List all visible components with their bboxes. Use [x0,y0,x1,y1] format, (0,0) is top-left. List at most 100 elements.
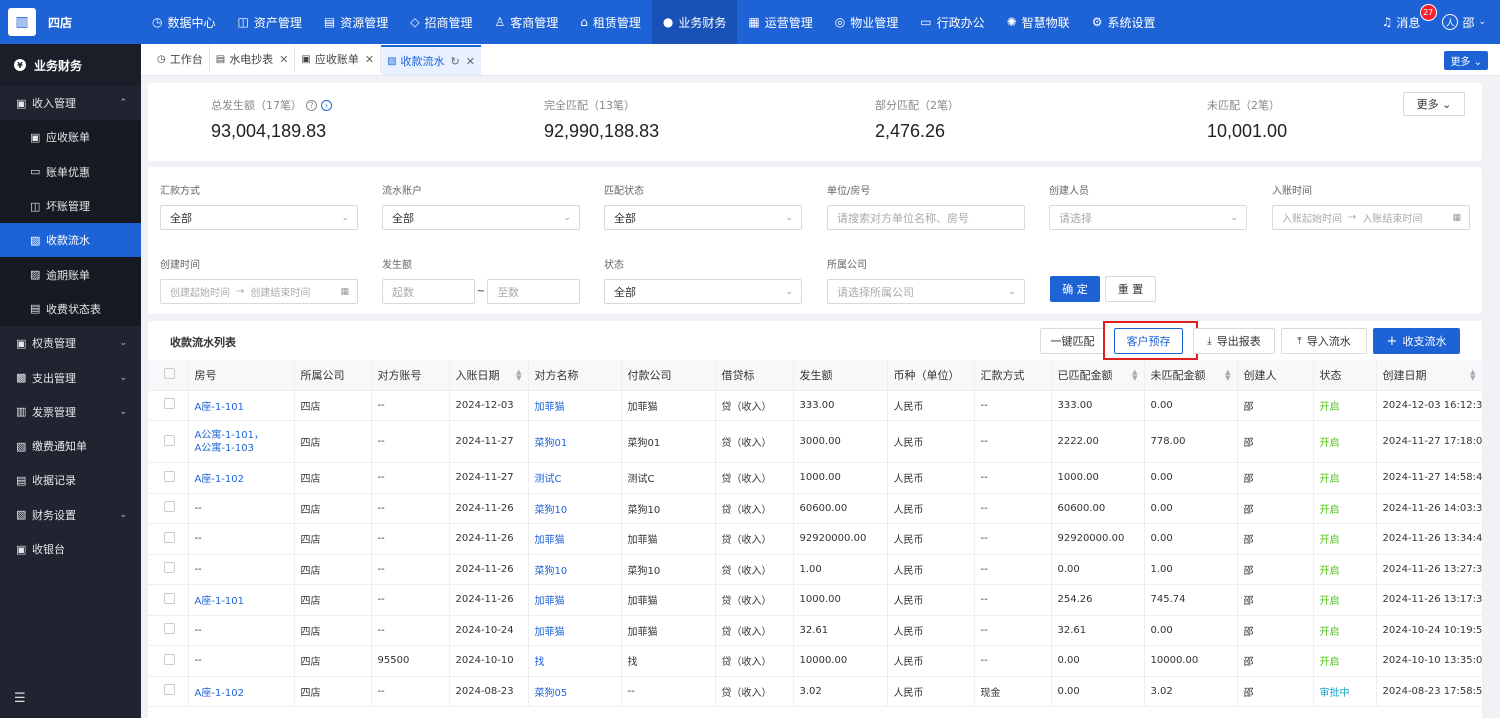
import-flow-button[interactable]: ⤒ 导入流水 [1281,328,1367,354]
table-row[interactable]: -- 四店 95500 2024-10-10 找找贷（收入） 10000.00 人民币 -- 0… [148,645,1482,677]
sidebar-item-13[interactable]: ▣ 收银台 [0,532,141,566]
table-row[interactable]: A公寓-1-101， A公寓-1-103 四店 -- 2024-11-27 菜狗01 菜狗0… [148,420,1482,463]
topnav-item-4[interactable]: ♙ 客商管理 [483,0,569,44]
flow-account-select[interactable]: 全部 ⌄ [382,205,580,230]
checkbox[interactable] [164,501,175,513]
topnav-item-2[interactable]: ▤ 资源管理 [313,0,399,44]
row-checkbox-cell[interactable] [148,584,189,616]
tab-1[interactable]: ▤ 水电抄表 ✕ [210,46,296,72]
topnav-item-11[interactable]: ⚙ 系统设置 [1081,0,1167,44]
remit-method-select[interactable]: 全部 ⌄ [160,205,358,230]
sort-icon[interactable]: ▲ ▼ [1470,369,1475,382]
amount-from-input[interactable]: 起数 [382,279,475,304]
row-checkbox-cell[interactable] [148,462,189,494]
row-checkbox-cell[interactable] [148,523,189,555]
topnav-item-9[interactable]: ▭ 行政办公 [909,0,995,44]
topnav-item-10[interactable]: ✺ 智慧物联 [996,0,1081,44]
tab-3[interactable]: ▧ 收款流水 ↻ ✕ [381,45,481,75]
sidebar-item-6[interactable]: ▤ 收费状态表 [0,291,141,327]
cell-name[interactable]: 加菲猫 [528,584,622,616]
match-status-select[interactable]: 全部 ⌄ [604,205,802,230]
column-header[interactable]: 未匹配金额 ▲ ▼ [1144,360,1238,391]
cell-room[interactable]: A座-1-101 [188,390,295,421]
help-icon[interactable]: ? [306,99,317,111]
topnav-item-5[interactable]: ⌂ 租赁管理 [569,0,652,44]
table-row[interactable]: A座-1-101 四店 -- 2024-12-03 加菲猫 加菲猫 贷（收入） 333.00 人… [148,390,1482,421]
sidebar-item-5[interactable]: ▨ 逾期账单 [0,257,141,292]
topnav-item-1[interactable]: ◫ 资产管理 [227,0,313,44]
table-row[interactable]: A座-1-102 四店 -- 2024-11-27 测试C 测试C 贷（收入） 1000.00… [148,462,1482,494]
sidebar-item-11[interactable]: ▤ 收据记录 [0,463,141,497]
creator-select[interactable]: 请选择 ⌄ [1049,205,1247,230]
topnav-item-7[interactable]: ▦ 运营管理 [737,0,823,44]
topnav-item-8[interactable]: ◎ 物业管理 [824,0,910,44]
cell-name[interactable]: 菜狗01 [528,420,622,463]
sidebar-item-4[interactable]: ▧ 收款流水 [0,223,141,258]
checkbox[interactable] [164,684,175,696]
checkbox[interactable] [164,398,175,410]
unit-room-input[interactable]: 请搜索对方单位名称、房号 [827,205,1025,230]
topnav-item-0[interactable]: ◷ 数据中心 [141,0,227,44]
cell-name[interactable]: 测试C [528,462,622,494]
close-icon[interactable]: ✕ [365,53,374,66]
messages-button[interactable]: ♫ 消息 27 [1382,3,1437,31]
cell-name[interactable]: 菜狗10 [528,493,622,524]
user-menu[interactable]: 人 邵 ⌄ [1442,14,1486,31]
entry-time-range[interactable]: 入账起始时间 → 入账结束时间 ▦ [1272,205,1470,230]
row-checkbox-cell[interactable] [148,554,189,585]
sidebar-item-3[interactable]: ◫ 坏账管理 [0,188,141,224]
checkbox[interactable] [164,367,175,379]
topnav-item-6[interactable]: ● 业务财务 [651,0,738,44]
collapse-menu-icon[interactable]: ☰ [14,691,26,706]
checkbox[interactable] [164,470,175,482]
cell-room[interactable]: A座-1-102 [188,676,295,707]
column-header[interactable]: 入账日期 ▲ ▼ [449,360,529,391]
table-row[interactable]: -- 四店 -- 2024-11-26 加菲猫 加菲猫 贷（收入） 92920000.00 人民… [148,523,1482,555]
checkbox[interactable] [164,434,175,446]
sidebar-item-2[interactable]: ▭ 账单优惠 [0,154,141,189]
confirm-button[interactable]: 确 定 [1050,276,1100,302]
cell-name[interactable]: 加菲猫 [528,615,622,646]
row-checkbox-cell[interactable] [148,493,189,524]
reset-button[interactable]: 重 置 [1105,276,1156,302]
cell-room[interactable]: A座-1-101 [188,584,295,616]
tab-2[interactable]: ▣ 应收账单 ✕ [295,46,382,72]
one-click-match-button[interactable]: 一键匹配 [1040,328,1105,354]
arrow-right-icon[interactable]: › [321,99,332,111]
add-flow-button[interactable]: + 收支流水 [1373,328,1460,354]
sidebar-item-9[interactable]: ▥ 发票管理 ⌄ [0,395,141,429]
topnav-item-3[interactable]: ◇ 招商管理 [399,0,483,44]
create-time-range[interactable]: 创建起始时间 → 创建结束时间 ▦ [160,279,358,304]
checkbox[interactable] [164,592,175,604]
sort-icon[interactable]: ▲ ▼ [516,369,521,382]
cell-room[interactable]: A座-1-102 [188,462,295,494]
company-select[interactable]: 请选择所属公司 ⌄ [827,279,1025,304]
app-logo[interactable]: ▥ 四店 [0,0,141,44]
status-select[interactable]: 全部 ⌄ [604,279,802,304]
summary-more-button[interactable]: 更多 ⌄ [1403,92,1465,116]
checkbox[interactable] [164,623,175,635]
checkbox[interactable] [164,531,175,543]
checkbox[interactable] [164,653,175,665]
sort-icon[interactable]: ▲ ▼ [1132,369,1137,382]
close-icon[interactable]: ✕ [466,55,475,68]
cell-name[interactable]: 加菲猫 [528,390,622,421]
table-row[interactable]: A座-1-102 四店 -- 2024-08-23 菜狗05 -- 贷（收入） 3.02 人民币… [148,676,1482,707]
row-checkbox-cell[interactable] [148,390,189,421]
export-report-button[interactable]: ⤓ 导出报表 [1193,328,1275,354]
sidebar-item-7[interactable]: ▣ 权责管理 ⌄ [0,326,141,360]
cell-name[interactable]: 菜狗10 [528,554,622,585]
tabs-more-button[interactable]: 更多 ⌄ [1444,51,1488,70]
sidebar-item-12[interactable]: ▧ 财务设置 ⌄ [0,498,141,532]
table-row[interactable]: -- 四店 -- 2024-10-24 加菲猫 加菲猫 贷（收入） 32.61 人民币 -- 32.… [148,615,1482,646]
refresh-icon[interactable]: ↻ [451,55,460,68]
sidebar-item-10[interactable]: ▧ 缴费通知单 [0,429,141,463]
amount-to-input[interactable]: 至数 [487,279,580,304]
table-row[interactable]: -- 四店 -- 2024-11-26 菜狗10 菜狗10 贷（收入） 60600.00 人民币… [148,493,1482,524]
sort-icon[interactable]: ▲ ▼ [1225,369,1230,382]
sidebar-item-0[interactable]: ▣ 收入管理 ⌃ [0,86,141,120]
close-icon[interactable]: ✕ [279,53,288,66]
tab-0[interactable]: ◷ 工作台 [151,46,210,72]
row-checkbox-cell[interactable] [148,420,189,463]
cell-name[interactable]: 找 [528,645,622,677]
